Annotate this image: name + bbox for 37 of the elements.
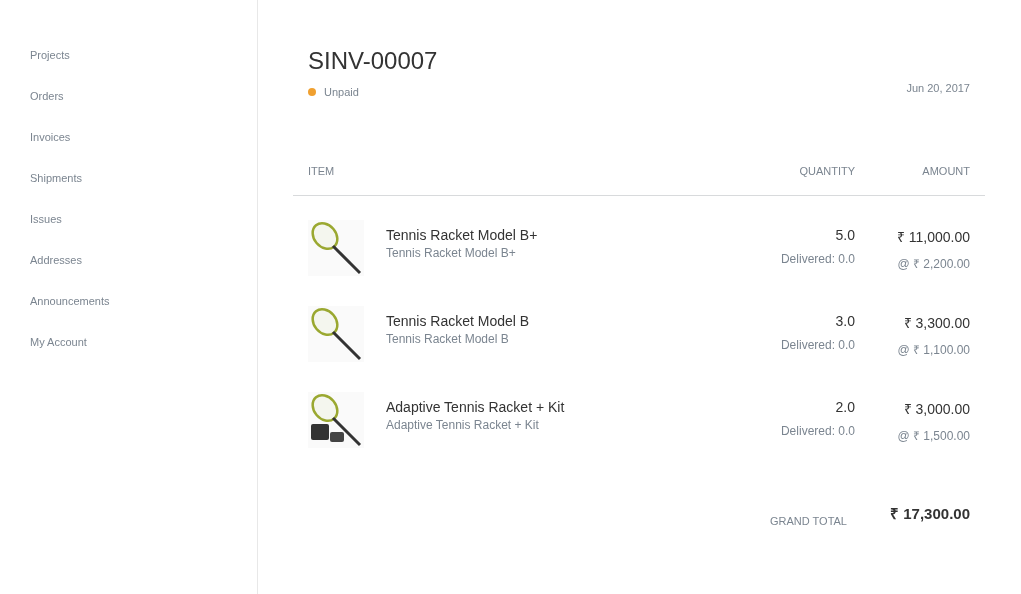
delivered-quantity: Delivered: 0.0 xyxy=(780,338,855,352)
quantity-value: 3.0 xyxy=(835,313,855,329)
item-description: Tennis Racket Model B+ xyxy=(386,246,516,260)
invoice-date: Jun 20, 2017 xyxy=(906,82,970,96)
sidebar-link[interactable]: Announcements xyxy=(30,293,110,309)
sidebar-link[interactable]: Orders xyxy=(30,88,64,104)
sidebar-link[interactable]: Shipments xyxy=(30,170,82,186)
grand-total-value: ₹ 17,300.00 xyxy=(890,504,970,524)
item-name: Tennis Racket Model B+ xyxy=(386,227,538,243)
unit-rate: @ ₹ 2,200.00 xyxy=(897,256,970,272)
sidebar-link[interactable]: Addresses xyxy=(30,252,82,268)
column-header: ITEM xyxy=(308,165,336,177)
sidebar-link[interactable]: My Account xyxy=(30,334,87,350)
delivered-quantity: Delivered: 0.0 xyxy=(780,252,855,266)
item-name: Adaptive Tennis Racket + Kit xyxy=(386,399,565,415)
unit-rate: @ ₹ 1,500.00 xyxy=(897,428,970,444)
item-description: Adaptive Tennis Racket + Kit xyxy=(386,418,539,432)
amount-value: ₹ 3,300.00 xyxy=(903,314,970,332)
invoice-title: SINV-00007 xyxy=(308,46,439,76)
grand-total-label: GRAND TOTAL xyxy=(769,515,847,527)
column-header: AMOUNT xyxy=(921,165,970,177)
sidebar-link[interactable]: Issues xyxy=(30,211,62,227)
amount-value: ₹ 3,000.00 xyxy=(903,400,970,418)
quantity-value: 2.0 xyxy=(835,399,855,415)
item-description: Tennis Racket Model B xyxy=(386,332,509,346)
racket-drawing xyxy=(308,306,364,362)
amount-value: ₹ 11,000.00 xyxy=(896,228,970,246)
status-label: Unpaid xyxy=(324,86,359,98)
item-name: Tennis Racket Model B xyxy=(386,313,530,329)
racket-drawing xyxy=(308,220,364,276)
unit-rate: @ ₹ 1,100.00 xyxy=(897,342,970,358)
sidebar-link[interactable]: Invoices xyxy=(30,129,71,145)
sidebar-link[interactable]: Projects xyxy=(30,47,70,63)
delivered-quantity: Delivered: 0.0 xyxy=(780,424,855,438)
column-header: QUANTITY xyxy=(798,165,855,177)
quantity-value: 5.0 xyxy=(835,227,855,243)
racket-drawing xyxy=(308,392,364,448)
